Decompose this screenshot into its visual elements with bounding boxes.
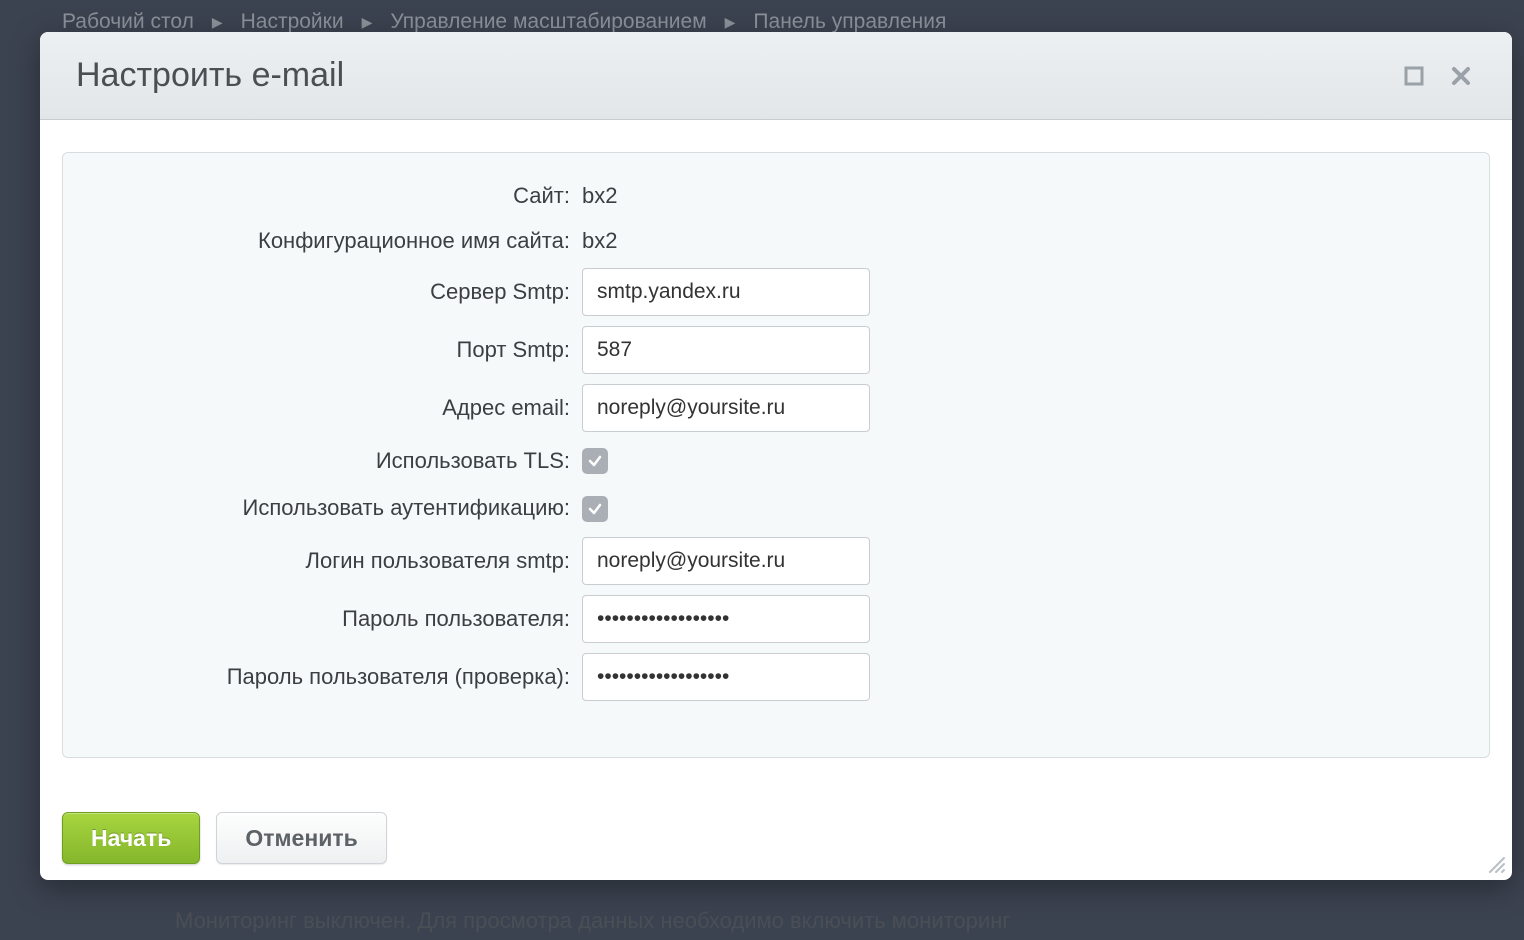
dialog-header: Настроить e-mail xyxy=(40,32,1512,120)
email-input[interactable] xyxy=(582,384,870,432)
label-site: Сайт: xyxy=(87,177,582,214)
monitoring-hint: Мониторинг выключен. Для просмотра данны… xyxy=(175,908,1010,934)
submit-button[interactable]: Начать xyxy=(62,812,200,864)
password-confirm-input[interactable] xyxy=(582,653,870,701)
value-config-name: bx2 xyxy=(582,228,617,254)
label-config-name: Конфигурационное имя сайта: xyxy=(87,222,582,259)
dialog-body: Сайт: bx2 Конфигурационное имя сайта: bx… xyxy=(40,120,1512,804)
smtp-server-input[interactable] xyxy=(582,268,870,316)
row-config-name: Конфигурационное имя сайта: bx2 xyxy=(87,222,1465,259)
row-password-confirm: Пароль пользователя (проверка): xyxy=(87,653,1465,701)
row-smtp-port: Порт Smtp: xyxy=(87,326,1465,374)
row-smtp-server: Сервер Smtp: xyxy=(87,268,1465,316)
value-site: bx2 xyxy=(582,183,617,209)
row-use-auth: Использовать аутентификацию: xyxy=(87,489,1465,526)
chevron-right-icon: ▶ xyxy=(362,14,373,31)
form-panel: Сайт: bx2 Конфигурационное имя сайта: bx… xyxy=(62,152,1490,758)
resize-handle-icon[interactable] xyxy=(1486,854,1506,874)
close-icon[interactable] xyxy=(1450,65,1472,87)
dialog-window-controls xyxy=(1404,65,1472,87)
label-password: Пароль пользователя: xyxy=(87,600,582,637)
label-password-confirm: Пароль пользователя (проверка): xyxy=(87,658,582,695)
chevron-right-icon: ▶ xyxy=(725,14,736,31)
smtp-port-input[interactable] xyxy=(582,326,870,374)
use-auth-checkbox[interactable] xyxy=(582,496,608,522)
maximize-icon[interactable] xyxy=(1404,66,1424,86)
breadcrumb-item[interactable]: Настройки xyxy=(241,10,344,34)
row-smtp-login: Логин пользователя smtp: xyxy=(87,537,1465,585)
label-smtp-port: Порт Smtp: xyxy=(87,331,582,368)
label-smtp-login: Логин пользователя smtp: xyxy=(87,542,582,579)
label-use-auth: Использовать аутентификацию: xyxy=(87,489,582,526)
breadcrumb-item[interactable]: Панель управления xyxy=(753,10,946,34)
smtp-login-input[interactable] xyxy=(582,537,870,585)
cancel-button[interactable]: Отменить xyxy=(216,812,386,864)
label-smtp-server: Сервер Smtp: xyxy=(87,273,582,310)
dialog-footer: Начать Отменить xyxy=(40,804,1512,880)
row-use-tls: Использовать TLS: xyxy=(87,442,1465,479)
label-email: Адрес email: xyxy=(87,389,582,426)
row-email: Адрес email: xyxy=(87,384,1465,432)
label-use-tls: Использовать TLS: xyxy=(87,442,582,479)
row-site: Сайт: bx2 xyxy=(87,177,1465,214)
chevron-right-icon: ▶ xyxy=(212,14,223,31)
use-tls-checkbox[interactable] xyxy=(582,448,608,474)
row-password: Пароль пользователя: xyxy=(87,595,1465,643)
breadcrumb: Рабочий стол ▶ Настройки ▶ Управление ма… xyxy=(62,10,946,34)
password-input[interactable] xyxy=(582,595,870,643)
breadcrumb-item[interactable]: Рабочий стол xyxy=(62,10,194,34)
breadcrumb-item[interactable]: Управление масштабированием xyxy=(390,10,706,34)
email-settings-dialog: Настроить e-mail Сайт: bx2 Конфигурацион… xyxy=(40,32,1512,880)
dialog-title: Настроить e-mail xyxy=(76,56,344,95)
